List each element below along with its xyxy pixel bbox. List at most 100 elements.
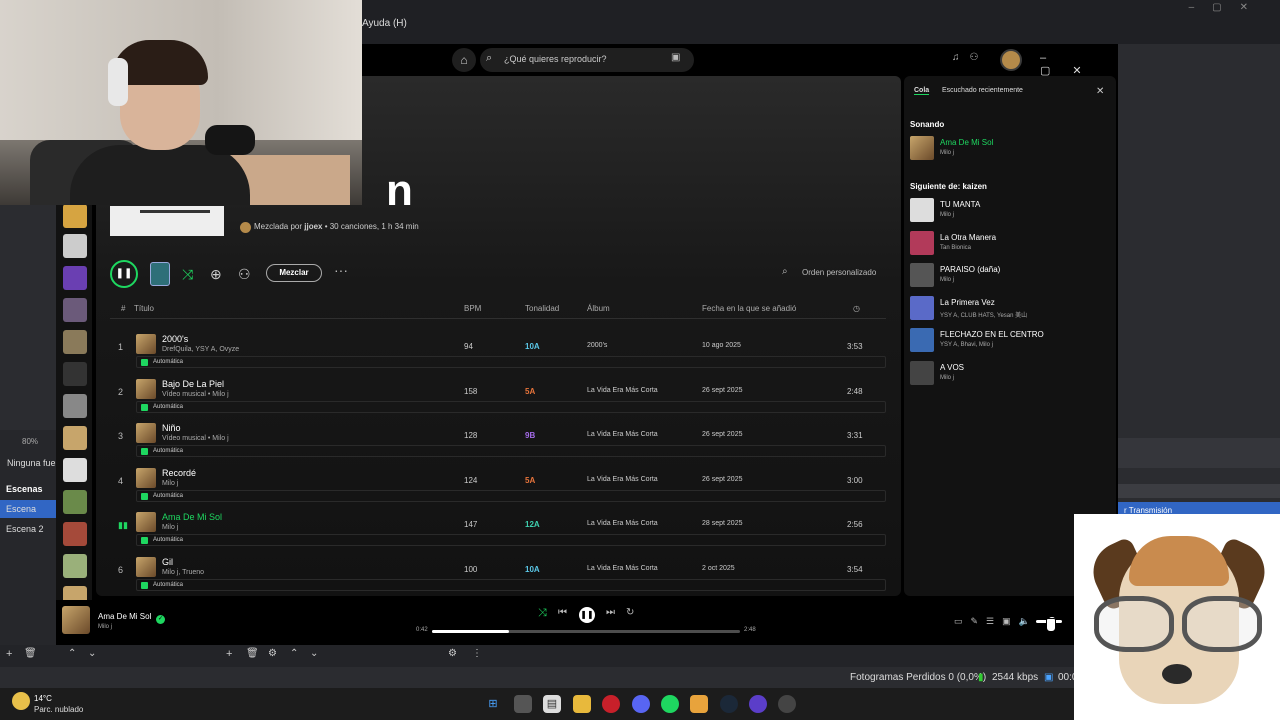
track-artist[interactable]: DrefQuila, YSY A, Ovyze (162, 346, 239, 353)
home-icon[interactable]: ⌂ (452, 48, 476, 72)
player-extra-controls[interactable]: ▭✎☰▣🔈 (954, 616, 1038, 627)
checkbox-icon[interactable] (141, 404, 148, 411)
table-row[interactable]: ▮▮ Ama De Mi Sol Milo j 147 12A La Vida Era M… (110, 510, 886, 554)
col-album[interactable]: Álbum (587, 304, 610, 313)
search-icon[interactable]: ⌕ (782, 266, 788, 277)
checkbox-icon[interactable] (141, 582, 148, 589)
task-view-icon[interactable] (514, 695, 532, 713)
track-album[interactable]: La Vida Era Más Corta (587, 431, 658, 438)
track-artist[interactable]: Vídeo musical • Milo j (162, 435, 229, 442)
col-key[interactable]: Tonalidad (525, 304, 559, 313)
obs-scene-item[interactable]: Escena 2 (0, 520, 56, 538)
chevron-down-icon[interactable]: ⌄ (310, 648, 318, 659)
add-user-icon[interactable]: ⚇ (238, 266, 251, 283)
col-title[interactable]: Título (134, 304, 154, 313)
shuffle-icon[interactable]: ⤨ (182, 266, 193, 283)
opera-icon[interactable] (602, 695, 620, 713)
track-title[interactable]: Niño (162, 423, 181, 433)
checkbox-icon[interactable] (141, 448, 148, 455)
chevron-up-icon[interactable]: ⌃ (68, 648, 76, 659)
previous-icon[interactable]: ⏮ (558, 607, 567, 618)
table-row[interactable]: 1 2000's DrefQuila, YSY A, Ovyze 94 10A 2000'… (110, 332, 886, 376)
checkbox-icon[interactable] (141, 537, 148, 544)
mixer-settings-icon[interactable]: ⚙ (448, 648, 457, 659)
library-item[interactable] (63, 204, 87, 228)
meta-user[interactable]: jjoex (304, 222, 322, 231)
close-icon[interactable]: ✕ (1096, 86, 1104, 97)
trash-icon[interactable]: 🗑 (246, 648, 259, 659)
track-album[interactable]: La Vida Era Más Corta (587, 565, 658, 572)
window-controls[interactable]: –▢✕ (1040, 52, 1118, 77)
track-title[interactable]: Bajo De La Piel (162, 379, 224, 389)
queue-item[interactable]: La Primera Vez YSY A, CLUB HATS, Yesan 美山 (910, 295, 1110, 324)
track-album[interactable]: La Vida Era Más Corta (587, 520, 658, 527)
app-icon[interactable] (690, 695, 708, 713)
library-item[interactable] (63, 426, 87, 450)
now-playing-title[interactable]: Ama De Mi Sol (98, 612, 151, 621)
now-playing-item[interactable]: Ama De Mi Sol Milo j (910, 136, 1110, 164)
checkbox-icon[interactable] (141, 359, 148, 366)
col-bpm[interactable]: BPM (464, 304, 481, 313)
table-row[interactable]: 4 Recordé Milo j 124 5A La Vida Era Más Corta… (110, 466, 886, 510)
obs-menu-help[interactable]: Ayuda (H) (362, 18, 407, 29)
tab-queue[interactable]: Cola (914, 87, 930, 95)
library-item[interactable] (63, 458, 87, 482)
chevron-up-icon[interactable]: ⌃ (290, 648, 298, 659)
library-item[interactable] (63, 522, 87, 546)
queue-item[interactable]: PARAISO (daña) Milo j (910, 263, 1110, 291)
col-date[interactable]: Fecha en la que se añadió (702, 304, 796, 313)
library-item[interactable] (63, 362, 87, 386)
table-row[interactable]: 6 Gil Milo j, Trueno 100 10A La Vida Era Más … (110, 555, 886, 596)
queue-item[interactable]: TU MANTA Milo j (910, 198, 1110, 226)
track-artist[interactable]: Milo j (162, 524, 178, 531)
trash-icon[interactable]: 🗑 (24, 648, 37, 659)
library-item[interactable] (63, 394, 87, 418)
library-item[interactable] (63, 298, 87, 322)
shuffle-icon[interactable]: ⤨ (538, 607, 547, 620)
track-artist[interactable]: Vídeo musical • Milo j (162, 391, 229, 398)
library-item[interactable] (63, 330, 87, 354)
repeat-icon[interactable]: ↻ (626, 607, 634, 618)
add-icon[interactable]: + (226, 648, 232, 660)
saved-check-icon[interactable]: ✓ (156, 615, 165, 624)
mix-button[interactable]: Mezclar (266, 264, 322, 282)
next-icon[interactable]: ⏭ (606, 607, 615, 618)
track-title[interactable]: 2000's (162, 334, 188, 344)
steam-icon[interactable] (720, 695, 738, 713)
tab-recent[interactable]: Escuchado recientemente (942, 87, 1023, 94)
library-item[interactable] (63, 554, 87, 578)
track-artist[interactable]: Milo j, Trueno (162, 569, 204, 576)
obs-scene-item[interactable]: Escena (0, 500, 56, 518)
discord-icon[interactable] (632, 695, 650, 713)
more-icon[interactable]: ⋮ (472, 648, 482, 659)
playlist-preview-button[interactable] (150, 262, 170, 286)
library-item[interactable] (63, 234, 87, 258)
checkbox-icon[interactable] (141, 493, 148, 500)
gear-icon[interactable]: ⚙ (268, 648, 277, 659)
now-playing-artist[interactable]: Milo j (98, 624, 112, 630)
avatar[interactable] (1000, 49, 1022, 71)
track-title[interactable]: Gil (162, 557, 173, 567)
library-item[interactable] (63, 266, 87, 290)
track-album[interactable]: 2000's (587, 342, 607, 349)
app-icon[interactable] (778, 695, 796, 713)
queue-item[interactable]: A VOS Milo j (910, 360, 1110, 389)
obs-window-controls[interactable]: –▢✕ (1189, 2, 1266, 13)
chevron-down-icon[interactable]: ⌄ (88, 648, 96, 659)
add-icon[interactable]: + (6, 648, 12, 660)
track-album[interactable]: La Vida Era Más Corta (587, 387, 658, 394)
track-album[interactable]: La Vida Era Más Corta (587, 476, 658, 483)
queue-item[interactable]: La Otra Manera Tan Bionica (910, 230, 1110, 259)
store-icon[interactable]: ▤ (543, 695, 561, 713)
more-options-icon[interactable]: ··· (334, 262, 348, 278)
pause-button[interactable]: ❚❚ (110, 260, 138, 288)
spotify-icon[interactable] (661, 695, 679, 713)
queue-item[interactable]: FLECHAZO EN EL CENTRO YSY A, Bhavi, Milo … (910, 328, 1110, 356)
track-artist[interactable]: Milo j (162, 480, 178, 487)
sort-dropdown[interactable]: Orden personalizado (802, 268, 876, 277)
notifications-icon[interactable]: ♫⚇ (952, 52, 988, 63)
now-playing-art[interactable] (62, 606, 90, 634)
table-row[interactable]: 2 Bajo De La Piel Vídeo musical • Milo j 15… (110, 377, 886, 421)
pause-button[interactable]: ❚❚ (579, 607, 595, 623)
search-input[interactable]: ¿Qué quieres reproducir? (480, 48, 694, 72)
